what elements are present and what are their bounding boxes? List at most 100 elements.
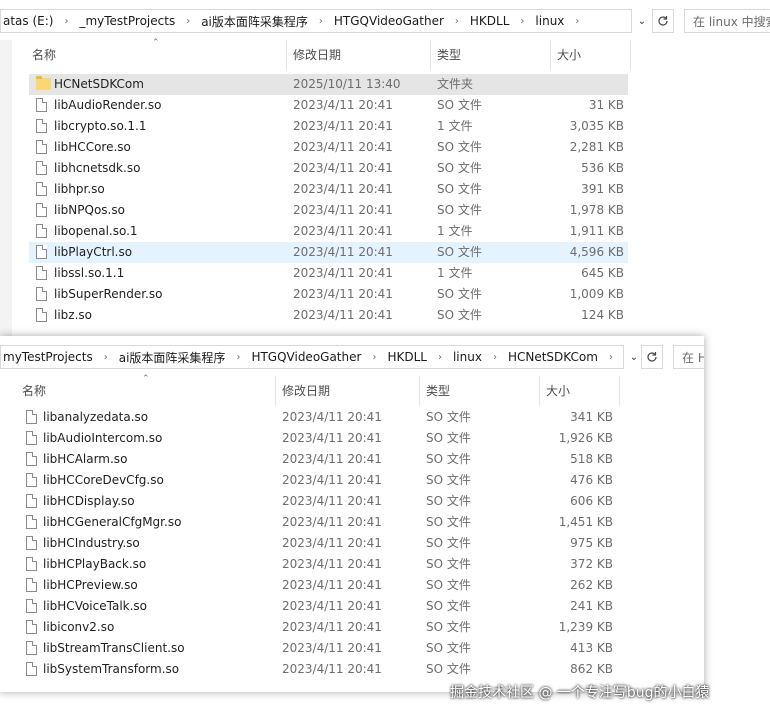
chevron-right-icon[interactable]: › [429,352,451,363]
breadcrumb-item[interactable]: linux [451,350,484,364]
address-bar[interactable]: myTestProjects › ai版本面阵采集程序 › HTGQVideoGathe… [0,345,624,369]
file-size: 645 KB [581,266,624,280]
file-date: 2023/4/11 20:41 [282,473,382,487]
file-size: 1,009 KB [569,287,624,301]
file-date: 2023/4/11 20:41 [282,494,382,508]
refresh-button[interactable] [652,9,674,33]
file-icon [26,473,37,487]
file-row[interactable]: HCNetSDKCom 2025/10/11 13:40 文件夹 [29,74,628,95]
file-type: SO 文件 [426,641,471,655]
breadcrumb-item[interactable]: HKDLL [385,350,429,364]
file-name: libanalyzedata.so [43,410,149,424]
breadcrumb-item[interactable]: atas (E:) [1,14,55,28]
file-row[interactable]: libSuperRender.so 2023/4/11 20:41 SO 文件 1,0… [29,284,628,305]
file-row[interactable]: libHCIndustry.so 2023/4/11 20:41 SO 文件 975 … [18,533,618,554]
file-row[interactable]: libHCCore.so 2023/4/11 20:41 SO 文件 2,281 KB [29,137,628,158]
file-row[interactable]: libHCDisplay.so 2023/4/11 20:41 SO 文件 606 K… [18,491,618,512]
file-name: libSuperRender.so [54,287,163,301]
column-name-header[interactable]: 名称 ⌃ [26,38,287,70]
search-box[interactable]: 在 linux 中搜索 [684,9,770,33]
chevron-right-icon[interactable]: › [566,16,588,27]
chevron-right-icon[interactable]: › [177,16,199,27]
file-row[interactable]: libz.so 2023/4/11 20:41 SO 文件 124 KB [29,305,628,326]
file-date: 2023/4/11 20:41 [293,266,393,280]
address-history-dropdown[interactable]: ⌄ [632,9,652,33]
column-type-header[interactable]: 类型 [420,376,540,406]
chevron-right-icon[interactable]: › [55,16,77,27]
file-name: libssl.so.1.1 [54,266,125,280]
chevron-right-icon[interactable]: › [446,16,468,27]
file-icon [26,452,37,466]
file-size: 1,926 KB [558,431,613,445]
file-icon [36,287,47,301]
breadcrumb-item[interactable]: ai版本面阵采集程序 [117,349,228,366]
file-name: libHCDisplay.so [43,494,135,508]
breadcrumb-item[interactable]: ai版本面阵采集程序 [199,13,310,30]
chevron-right-icon[interactable]: › [600,352,622,363]
file-row[interactable]: libcrypto.so.1.1 2023/4/11 20:41 1 文件 3,035… [29,116,628,137]
chevron-right-icon[interactable]: › [363,352,385,363]
breadcrumb-item[interactable]: _myTestProjects [77,14,177,28]
chevron-right-icon[interactable]: › [95,352,117,363]
column-date-header[interactable]: 修改日期 [287,40,431,70]
file-date: 2023/4/11 20:41 [282,431,382,445]
refresh-button[interactable] [641,345,663,369]
breadcrumb-item[interactable]: HTGQVideoGather [249,350,363,364]
breadcrumb-item[interactable]: HKDLL [468,14,512,28]
file-size: 862 KB [570,662,613,676]
breadcrumb-item[interactable]: linux [533,14,566,28]
file-icon [26,515,37,529]
file-row[interactable]: libssl.so.1.1 2023/4/11 20:41 1 文件 645 KB [29,263,628,284]
column-size-header[interactable]: 大小 [551,40,631,70]
column-type-header[interactable]: 类型 [431,40,551,70]
breadcrumb-item[interactable]: HCNetSDKCom [506,350,600,364]
search-box[interactable]: 在 H [673,345,704,369]
address-bar[interactable]: atas (E:) › _myTestProjects › ai版本面阵采集程序 › HTG… [0,9,632,33]
file-type: SO 文件 [426,473,471,487]
breadcrumb-item[interactable]: myTestProjects [1,350,95,364]
file-size: 4,596 KB [569,245,624,259]
file-date: 2023/4/11 20:41 [293,182,393,196]
search-placeholder: 在 linux 中搜索 [693,14,770,29]
file-row[interactable]: libHCPlayBack.so 2023/4/11 20:41 SO 文件 372 … [18,554,618,575]
file-icon [26,557,37,571]
file-row[interactable]: libStreamTransClient.so 2023/4/11 20:41 SO… [18,638,618,659]
file-icon [26,599,37,613]
file-row[interactable]: libanalyzedata.so 2023/4/11 20:41 SO 文件 341… [18,407,618,428]
file-row[interactable]: libhpr.so 2023/4/11 20:41 SO 文件 391 KB [29,179,628,200]
file-row[interactable]: libHCAlarm.so 2023/4/11 20:41 SO 文件 518 KB [18,449,618,470]
file-row[interactable]: libHCCoreDevCfg.so 2023/4/11 20:41 SO 文件 47… [18,470,618,491]
chevron-right-icon[interactable]: › [310,16,332,27]
file-size: 1,911 KB [569,224,624,238]
file-row[interactable]: libiconv2.so 2023/4/11 20:41 SO 文件 1,239 KB [18,617,618,638]
file-type: SO 文件 [426,452,471,466]
file-row[interactable]: libAudioRender.so 2023/4/11 20:41 SO 文件 31 … [29,95,628,116]
file-row[interactable]: libHCGeneralCfgMgr.so 2023/4/11 20:41 SO 文… [18,512,618,533]
file-row[interactable]: libAudioIntercom.so 2023/4/11 20:41 SO 文件 1… [18,428,618,449]
file-date: 2023/4/11 20:41 [293,245,393,259]
file-row[interactable]: libHCVoiceTalk.so 2023/4/11 20:41 SO 文件 241… [18,596,618,617]
folder-icon [36,76,51,90]
chevron-right-icon[interactable]: › [511,16,533,27]
file-type: SO 文件 [437,245,482,259]
file-row[interactable]: libNPQos.so 2023/4/11 20:41 SO 文件 1,978 KB [29,200,628,221]
column-name-header[interactable]: 名称 ⌃ [16,374,276,406]
chevron-right-icon[interactable]: › [227,352,249,363]
chevron-right-icon[interactable]: › [484,352,506,363]
file-type: SO 文件 [426,536,471,550]
file-size: 536 KB [581,161,624,175]
breadcrumb-item[interactable]: HTGQVideoGather [332,14,446,28]
file-row[interactable]: libPlayCtrl.so 2023/4/11 20:41 SO 文件 4,596 … [29,242,628,263]
file-type: SO 文件 [426,599,471,613]
address-row: atas (E:) › _myTestProjects › ai版本面阵采集程序 › HTG… [0,0,770,40]
address-row: myTestProjects › ai版本面阵采集程序 › HTGQVideoGathe… [0,336,704,376]
file-date: 2023/4/11 20:41 [282,599,382,613]
column-date-header[interactable]: 修改日期 [276,376,420,406]
file-row[interactable]: libopenal.so.1 2023/4/11 20:41 1 文件 1,911 K… [29,221,628,242]
file-size: 2,281 KB [569,140,624,154]
file-row[interactable]: libHCPreview.so 2023/4/11 20:41 SO 文件 262 K… [18,575,618,596]
file-row[interactable]: libhcnetsdk.so 2023/4/11 20:41 SO 文件 536 KB [29,158,628,179]
file-row[interactable]: libSystemTransform.so 2023/4/11 20:41 SO 文… [18,659,618,680]
file-size: 1,978 KB [569,203,624,217]
column-size-header[interactable]: 大小 [540,376,620,406]
